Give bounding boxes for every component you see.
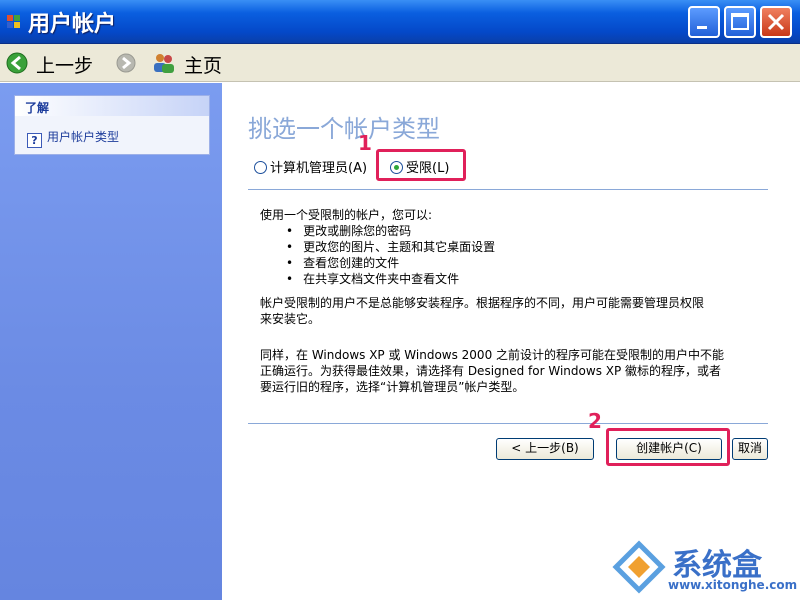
maximize-icon — [731, 13, 749, 30]
list-item: 更改您的图片、主题和其它桌面设置 — [286, 239, 495, 255]
back-button-dialog[interactable]: < 上一步(B) — [496, 438, 594, 460]
step-2-label: 2 — [588, 409, 602, 433]
back-arrow-icon[interactable] — [6, 52, 28, 74]
sidebar-item-account-types[interactable]: ? 用户帐户类型 — [27, 128, 119, 148]
panel-title: 了解 — [15, 96, 209, 116]
radio-admin[interactable]: 计算机管理员(A) — [254, 157, 367, 176]
minimize-icon — [697, 26, 707, 29]
radio-admin-accel: (A) — [348, 161, 368, 176]
navigation-bar: 上一步 主页 — [0, 44, 800, 82]
paragraph-2-line-2: 正确运行。为获得最佳效果，请选择有 Designed for Windows X… — [260, 364, 722, 378]
step-1-label: 1 — [358, 131, 372, 155]
separator-bottom — [248, 423, 768, 424]
paragraph-1-line-2: 来安装它。 — [260, 312, 321, 326]
page-title: 挑选一个帐户类型 — [248, 115, 440, 143]
watermark-url: www.xitonghe.com — [668, 578, 798, 592]
forward-arrow-icon[interactable] — [116, 53, 136, 73]
cancel-button[interactable]: 取消 — [732, 438, 768, 460]
help-icon: ? — [27, 133, 42, 148]
list-item: 更改或删除您的密码 — [286, 223, 495, 239]
separator-top — [248, 189, 768, 190]
learn-about-panel: 了解 ? 用户帐户类型 — [14, 95, 210, 155]
feature-list: 更改或删除您的密码 更改您的图片、主题和其它桌面设置 查看您创建的文件 在共享文… — [286, 223, 495, 287]
highlight-box-2 — [606, 428, 730, 466]
watermark-logo-icon — [612, 540, 666, 594]
radio-admin-label: 计算机管理员 — [270, 161, 349, 176]
highlight-box-1 — [376, 149, 466, 181]
paragraph-1-line-1: 帐户受限制的用户不是总能够安装程序。根据程序的不同，用户可能需要管理员权限 — [260, 296, 705, 310]
list-item: 查看您创建的文件 — [286, 255, 495, 271]
paragraph-2-line-1: 同样，在 Windows XP 或 Windows 2000 之前设计的程序可能… — [260, 348, 725, 362]
minimize-button[interactable] — [688, 6, 720, 38]
maximize-button[interactable] — [724, 6, 756, 38]
users-home-icon[interactable] — [152, 52, 176, 74]
sidebar-item-label: 用户帐户类型 — [47, 130, 120, 144]
sidebar: 了解 ? 用户帐户类型 — [0, 83, 222, 600]
list-item: 在共享文档文件夹中查看文件 — [286, 271, 495, 287]
home-button[interactable]: 主页 — [184, 51, 222, 78]
title-bar: 用户帐户 — [0, 0, 800, 44]
intro-text: 使用一个受限制的帐户，您可以: — [260, 208, 433, 222]
user-accounts-icon — [7, 15, 20, 28]
close-button[interactable] — [760, 6, 792, 38]
paragraph-2-line-3: 要运行旧的程序，选择“计算机管理员”帐户类型。 — [260, 380, 525, 394]
main-content: 挑选一个帐户类型 计算机管理员(A) 受限(L) 1 使用一个受限制的帐户，您可… — [222, 83, 800, 600]
close-icon — [767, 13, 785, 31]
back-button[interactable]: 上一步 — [36, 51, 93, 78]
radio-circle[interactable] — [254, 161, 267, 174]
window-title: 用户帐户 — [28, 12, 117, 37]
